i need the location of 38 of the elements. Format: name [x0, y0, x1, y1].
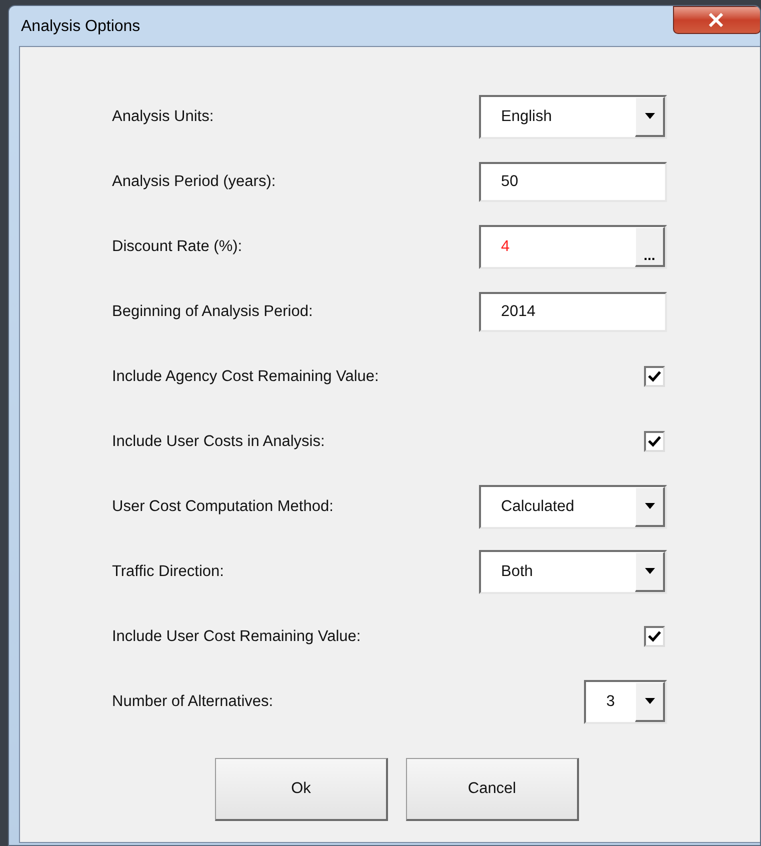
input-field[interactable]: 4 ...	[479, 224, 667, 268]
browse-button[interactable]: ...	[635, 226, 665, 266]
field-label: Analysis Period (years):	[112, 172, 277, 192]
dropdown-arrow-button[interactable]	[635, 96, 665, 136]
checkbox[interactable]	[644, 431, 665, 452]
caret-icon	[644, 112, 656, 120]
dropdown-arrow-button[interactable]	[635, 552, 665, 592]
field-label: Discount Rate (%):	[112, 236, 244, 257]
dropdown[interactable]: English	[479, 94, 667, 138]
caret-icon	[644, 568, 656, 574]
field-label: Traffic Direction:	[112, 562, 225, 582]
input-field[interactable]: 50	[479, 162, 667, 202]
checkbox[interactable]	[644, 366, 665, 387]
field-label: Number of Alternatives:	[112, 692, 274, 712]
window-title: Analysis Options	[21, 17, 140, 37]
dropdown[interactable]: 3	[584, 680, 667, 724]
field-label: Include Agency Cost Remaining Value:	[112, 366, 380, 387]
close-button[interactable]	[673, 6, 760, 34]
close-icon	[708, 13, 724, 27]
field-label: Include User Costs in Analysis:	[112, 432, 326, 452]
field-label: Include User Cost Remaining Value:	[112, 626, 362, 647]
dropdown[interactable]: Both	[479, 550, 667, 594]
check-icon	[648, 371, 661, 382]
dialog-button[interactable]: Ok	[215, 758, 388, 821]
dropdown[interactable]: Calculated	[479, 484, 667, 528]
dropdown-arrow-button[interactable]	[635, 682, 665, 722]
field-label: Beginning of Analysis Period:	[112, 302, 314, 322]
dropdown-arrow-button[interactable]	[635, 486, 665, 526]
check-icon	[648, 436, 661, 447]
checkbox[interactable]	[644, 626, 665, 647]
caret-icon	[644, 502, 656, 510]
dialog-button[interactable]: Cancel	[406, 758, 579, 821]
input-field[interactable]: 2014	[479, 292, 667, 332]
field-label: Analysis Units:	[112, 106, 215, 127]
caret-icon	[644, 698, 656, 704]
check-icon	[648, 631, 661, 642]
field-value: 4	[500, 236, 511, 257]
field-label: User Cost Computation Method:	[112, 496, 334, 517]
